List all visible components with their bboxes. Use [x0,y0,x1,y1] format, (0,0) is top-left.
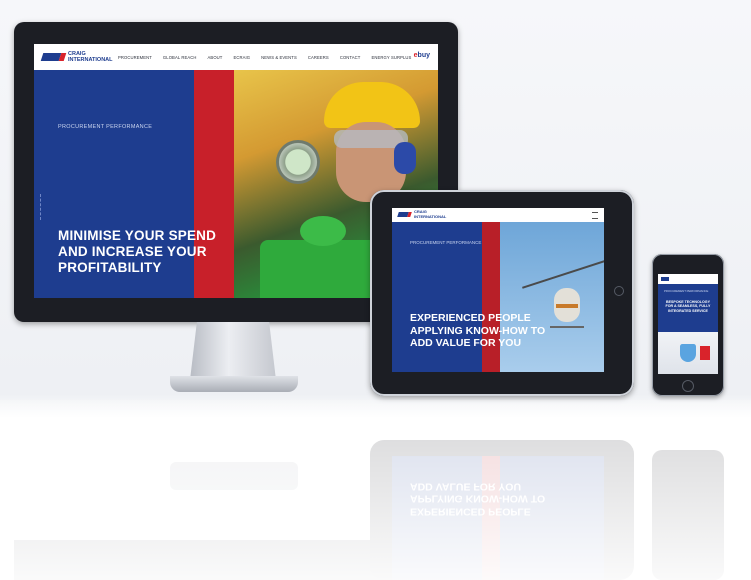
phone-headline: BESPOKE TECHNOLOGY FOR A SEAMLESS, FULLY… [665,300,711,313]
nav-about[interactable]: ABOUT [208,55,223,60]
craig-logo-text[interactable]: CRAIG INTERNATIONAL [68,51,113,63]
hero-headline: MINIMISE YOUR SPEND AND INCREASE YOUR PR… [58,228,217,275]
device-showcase: CRAIG INTERNATIONAL PROCUREMENT GLOBAL R… [0,0,751,580]
tablet-kicker: PROCUREMENT PERFORMANCE [410,240,482,245]
phone-kicker: PROCUREMENT PERFORMANCE [664,289,709,293]
tablet-headline: EXPERIENCED PEOPLE APPLYING KNOW-HOW TO … [410,312,546,349]
nav-ecraig[interactable]: ECRAIG [233,55,250,60]
craig-logo-icon[interactable] [40,53,62,61]
ear-protector [394,142,416,174]
phone-screen: PROCUREMENT PERFORMANCE BESPOKE TECHNOLO… [658,274,718,374]
hero-kicker: PROCUREMENT PERFORMANCE [58,124,153,130]
hamburger-menu-icon[interactable] [592,212,598,219]
nav-procurement[interactable]: PROCUREMENT [118,55,152,60]
phone-device: PROCUREMENT PERFORMANCE BESPOKE TECHNOLO… [652,254,724,396]
nav-energy-surplus[interactable]: ENERGY SURPLUS [371,55,411,60]
reflection-fade [0,400,751,580]
ebuy-link[interactable]: ebuy [414,52,430,59]
tablet-logo-icon[interactable] [397,212,409,217]
pressure-gauge [276,140,320,184]
main-nav: PROCUREMENT GLOBAL REACH ABOUT ECRAIG NE… [118,55,422,60]
nav-careers[interactable]: CAREERS [308,55,329,60]
ebuy-rest: buy [417,52,430,59]
phone-logo-icon[interactable] [661,277,669,281]
tablet-helicopter-photo [500,222,604,372]
helicopter-stripe [556,304,578,308]
valve-wheel [300,216,346,246]
tablet-screen: CRAIG INTERNATIONAL PROCUREMENT PERFORMA… [392,208,604,372]
tablet-logo-line2: INTERNATIONAL [414,213,447,219]
logo-line2: INTERNATIONAL [68,57,113,63]
tablet-logo-text[interactable]: CRAIG INTERNATIONAL [414,209,447,219]
tablet-device: CRAIG INTERNATIONAL PROCUREMENT PERFORMA… [370,190,634,396]
tablet-home-button-icon[interactable] [614,286,624,296]
monitor-stand [190,322,276,380]
monitor-stand-base [170,376,298,392]
nav-global-reach[interactable]: GLOBAL REACH [163,55,197,60]
shield-icon [680,344,696,362]
phone-red-block [700,346,710,360]
slide-indicator[interactable] [40,194,44,220]
tablet-red-strip [482,222,500,372]
tablet-header: CRAIG INTERNATIONAL [392,208,604,222]
nav-contact[interactable]: CONTACT [340,55,361,60]
site-header: CRAIG INTERNATIONAL PROCUREMENT GLOBAL R… [34,44,438,70]
phone-home-button-icon[interactable] [682,380,694,392]
nav-news-events[interactable]: NEWS & EVENTS [261,55,297,60]
phone-header [658,274,718,284]
